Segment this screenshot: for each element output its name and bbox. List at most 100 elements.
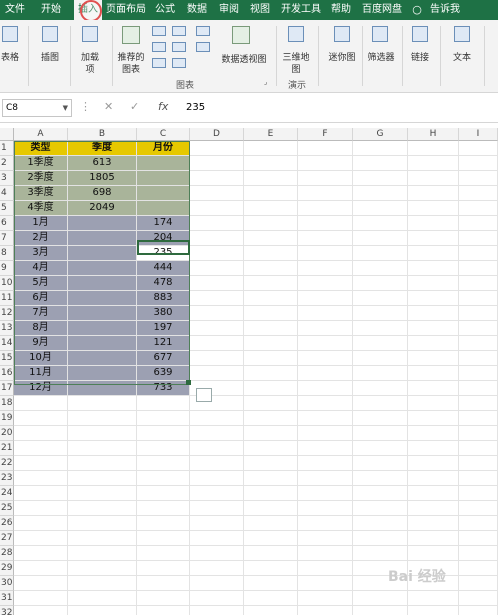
empty-cell[interactable] (408, 531, 459, 546)
month-value-cell[interactable]: 883 (137, 291, 190, 306)
empty-cell[interactable] (244, 396, 298, 411)
empty-cell[interactable] (408, 156, 459, 171)
row-header[interactable]: 10 (0, 276, 14, 291)
column-chart-icon[interactable] (152, 26, 166, 36)
empty-cell[interactable] (68, 471, 137, 486)
empty-cell[interactable] (244, 141, 298, 156)
empty-cell[interactable] (14, 501, 68, 516)
pie-chart-icon[interactable] (152, 58, 166, 68)
empty-cell[interactable] (459, 606, 498, 615)
empty-cell[interactable] (459, 261, 498, 276)
row-header[interactable]: 30 (0, 576, 14, 591)
type-cell[interactable]: 6月 (14, 291, 68, 306)
tab-home[interactable]: 开始 (38, 0, 64, 20)
empty-cell[interactable] (190, 606, 244, 615)
empty-cell[interactable] (244, 336, 298, 351)
line-chart-icon[interactable] (152, 42, 166, 52)
empty-cell[interactable] (244, 186, 298, 201)
empty-cell[interactable] (353, 156, 408, 171)
empty-cell[interactable] (244, 321, 298, 336)
empty-cell[interactable] (244, 531, 298, 546)
empty-cell[interactable] (353, 351, 408, 366)
empty-cell[interactable] (244, 381, 298, 396)
empty-cell[interactable] (353, 411, 408, 426)
recommended-charts-button-line2[interactable]: 图表 (116, 62, 146, 75)
empty-cell[interactable] (353, 531, 408, 546)
empty-cell[interactable] (190, 486, 244, 501)
empty-cell[interactable] (353, 606, 408, 615)
month-value-cell[interactable]: 677 (137, 351, 190, 366)
row-header[interactable]: 6 (0, 216, 14, 231)
row-header[interactable]: 28 (0, 546, 14, 561)
empty-cell[interactable] (244, 291, 298, 306)
tab-page-layout[interactable]: 页面布局 (106, 0, 146, 20)
type-cell[interactable]: 9月 (14, 336, 68, 351)
empty-cell[interactable] (298, 411, 353, 426)
empty-cell[interactable] (190, 246, 244, 261)
scatter-chart-icon[interactable] (172, 58, 186, 68)
empty-cell[interactable] (353, 486, 408, 501)
row-header[interactable]: 19 (0, 411, 14, 426)
empty-cell[interactable] (298, 516, 353, 531)
empty-cell[interactable] (353, 171, 408, 186)
month-value-cell[interactable]: 639 (137, 366, 190, 381)
empty-cell[interactable] (244, 261, 298, 276)
empty-cell[interactable] (244, 201, 298, 216)
empty-cell[interactable] (14, 561, 68, 576)
empty-cell[interactable] (353, 201, 408, 216)
empty-cell[interactable] (353, 441, 408, 456)
type-cell[interactable]: 3季度 (14, 186, 68, 201)
empty-cell[interactable] (190, 516, 244, 531)
season-value-cell[interactable] (68, 306, 137, 321)
empty-cell[interactable] (298, 396, 353, 411)
empty-cell[interactable] (459, 576, 498, 591)
empty-cell[interactable] (244, 231, 298, 246)
name-box[interactable]: C8 ▼ (2, 99, 72, 117)
empty-cell[interactable] (298, 291, 353, 306)
empty-cell[interactable] (408, 486, 459, 501)
empty-cell[interactable] (298, 576, 353, 591)
empty-cell[interactable] (408, 291, 459, 306)
season-value-cell[interactable]: 2049 (68, 201, 137, 216)
empty-cell[interactable] (459, 501, 498, 516)
empty-cell[interactable] (68, 591, 137, 606)
empty-cell[interactable] (298, 276, 353, 291)
column-header[interactable]: H (408, 128, 459, 141)
empty-cell[interactable] (298, 456, 353, 471)
hierarchy-chart-icon[interactable] (172, 26, 186, 36)
empty-cell[interactable] (14, 456, 68, 471)
empty-cell[interactable] (408, 351, 459, 366)
empty-cell[interactable] (190, 531, 244, 546)
empty-cell[interactable] (244, 456, 298, 471)
empty-cell[interactable] (244, 471, 298, 486)
month-value-cell[interactable] (137, 156, 190, 171)
empty-cell[interactable] (459, 561, 498, 576)
empty-cell[interactable] (68, 516, 137, 531)
empty-cell[interactable] (353, 186, 408, 201)
row-header[interactable]: 24 (0, 486, 14, 501)
empty-cell[interactable] (298, 486, 353, 501)
empty-cell[interactable] (244, 591, 298, 606)
empty-cell[interactable] (298, 171, 353, 186)
empty-cell[interactable] (459, 171, 498, 186)
empty-cell[interactable] (353, 456, 408, 471)
empty-cell[interactable] (459, 141, 498, 156)
empty-cell[interactable] (459, 231, 498, 246)
tell-me-search[interactable]: 告诉我 (428, 0, 462, 20)
row-header[interactable]: 29 (0, 561, 14, 576)
empty-cell[interactable] (353, 381, 408, 396)
month-value-cell[interactable]: 197 (137, 321, 190, 336)
tab-view[interactable]: 视图 (247, 0, 273, 20)
tab-developer[interactable]: 开发工具 (280, 0, 322, 20)
empty-cell[interactable] (298, 531, 353, 546)
column-header[interactable]: G (353, 128, 408, 141)
empty-cell[interactable] (298, 351, 353, 366)
empty-cell[interactable] (68, 606, 137, 615)
empty-cell[interactable] (459, 591, 498, 606)
empty-cell[interactable] (298, 336, 353, 351)
empty-cell[interactable] (244, 171, 298, 186)
month-value-cell[interactable] (137, 186, 190, 201)
empty-cell[interactable] (137, 516, 190, 531)
empty-cell[interactable] (14, 516, 68, 531)
empty-cell[interactable] (244, 501, 298, 516)
